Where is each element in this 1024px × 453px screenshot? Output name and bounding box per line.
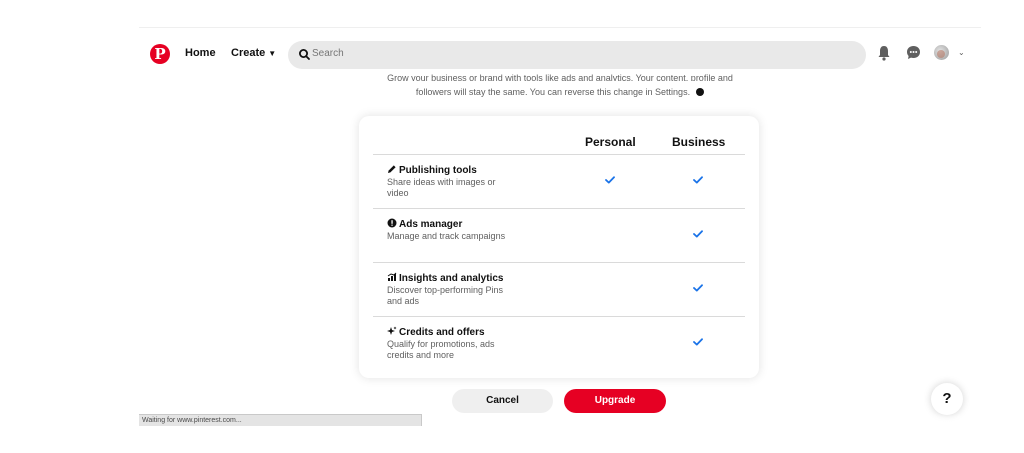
personal-check-icon [605, 176, 615, 184]
column-header-personal: Personal [585, 135, 636, 149]
pinterest-logo-icon[interactable]: P [150, 44, 170, 64]
user-avatar[interactable] [934, 45, 949, 60]
notifications-bell-icon[interactable] [877, 45, 891, 61]
intro-text-line-1: Grow your business or brand with tools l… [387, 73, 733, 81]
business-check-icon [693, 176, 703, 184]
search-input[interactable]: Search [312, 48, 344, 59]
feature-row-ads-manager: Ads manager Manage and track campaigns [373, 208, 745, 262]
feature-row-insights-analytics: Insights and analytics Discover top-perf… [373, 262, 745, 316]
feature-description: Manage and track campaigns [387, 231, 506, 241]
feature-row-credits-offers: Credits and offers Qualify for promotion… [373, 316, 745, 370]
upgrade-button[interactable]: Upgrade [564, 389, 666, 413]
pencil-icon [388, 165, 396, 173]
nav-create-menu[interactable]: Create ▼ [231, 47, 276, 59]
feature-description: Discover top-performing Pins and ads [387, 285, 504, 306]
plan-comparison-card: Personal Business Publishing tools Share… [359, 116, 759, 378]
chevron-down-icon: ▼ [268, 49, 277, 58]
help-button[interactable]: ? [931, 383, 963, 415]
nav-home-link[interactable]: Home [185, 47, 216, 59]
search-icon [299, 49, 310, 60]
pinterest-window: P Home Create ▼ Search ⌄ Grow your busine… [139, 27, 981, 426]
cancel-button[interactable]: Cancel [452, 389, 553, 413]
column-header-business: Business [672, 135, 726, 149]
feature-description: Share ideas with images or video [387, 177, 496, 198]
feature-title-text: Credits and offers [399, 327, 485, 338]
megaphone-icon [387, 218, 397, 228]
nav-create-label: Create [231, 47, 266, 59]
business-check-icon [693, 230, 703, 238]
status-text: Waiting for www.pinterest.com... [142, 417, 242, 424]
sparkle-icon [387, 326, 397, 335]
feature-description: Qualify for promotions, ads credits and … [387, 339, 495, 360]
browser-status-bar: Waiting for www.pinterest.com... [139, 414, 422, 426]
info-icon[interactable] [696, 88, 705, 96]
bar-chart-icon [387, 272, 397, 281]
bottom-fade [439, 413, 981, 426]
messages-icon[interactable] [906, 45, 921, 60]
account-chevron-down-icon[interactable]: ⌄ [958, 48, 965, 57]
feature-row-publishing-tools: Publishing tools Share ideas with images… [373, 154, 745, 208]
business-check-icon [693, 284, 703, 292]
intro-text-line-2: followers will stay the same. You can re… [139, 86, 981, 98]
search-bar[interactable]: Search [288, 41, 866, 69]
feature-title: Insights and analytics [387, 272, 503, 284]
feature-title-text: Ads manager [399, 219, 463, 230]
feature-title: Credits and offers [387, 326, 485, 338]
feature-title-text: Publishing tools [399, 165, 477, 176]
feature-title: Ads manager [387, 218, 462, 230]
feature-title-text: Insights and analytics [399, 273, 504, 284]
feature-title: Publishing tools [387, 164, 477, 176]
business-check-icon [693, 338, 703, 346]
